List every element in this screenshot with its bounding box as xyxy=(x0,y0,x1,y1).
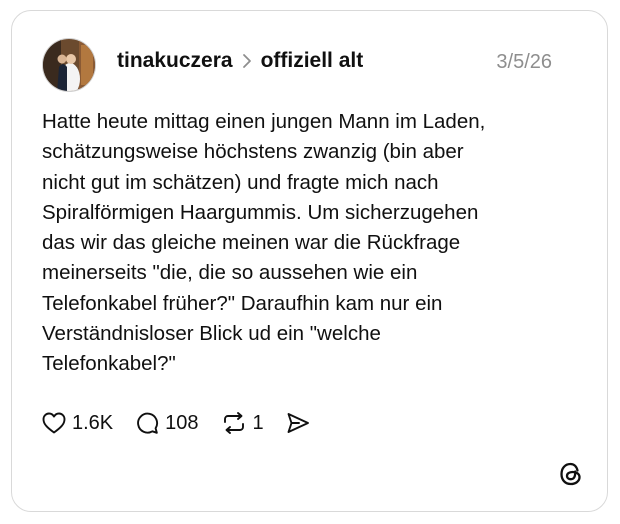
username[interactable]: tinakuczera xyxy=(117,49,233,73)
share-icon xyxy=(286,412,310,434)
comment-icon xyxy=(135,411,159,435)
repost-count: 1 xyxy=(252,411,264,434)
post-date: 3/5/26 xyxy=(496,51,552,73)
post-header: tinakuczera offiziell alt xyxy=(117,49,363,73)
heart-icon xyxy=(42,412,66,434)
post-card: tinakuczera offiziell alt 3/5/26 Hatte h… xyxy=(11,10,608,512)
like-count: 1.6K xyxy=(72,411,114,434)
topic-tag[interactable]: offiziell alt xyxy=(261,49,364,73)
post-text: Hatte heute mittag einen jungen Mann im … xyxy=(42,110,486,376)
threads-logo-icon xyxy=(558,461,584,492)
reply-button[interactable]: 108 xyxy=(135,411,199,435)
share-button[interactable] xyxy=(286,412,310,434)
chevron-right-icon xyxy=(242,53,252,69)
like-button[interactable]: 1.6K xyxy=(42,412,113,435)
reply-count: 108 xyxy=(165,411,199,434)
repost-icon xyxy=(221,411,247,435)
repost-button[interactable]: 1 xyxy=(221,411,264,435)
avatar[interactable] xyxy=(42,38,96,92)
action-bar: 1.6K 108 1 xyxy=(42,409,332,437)
